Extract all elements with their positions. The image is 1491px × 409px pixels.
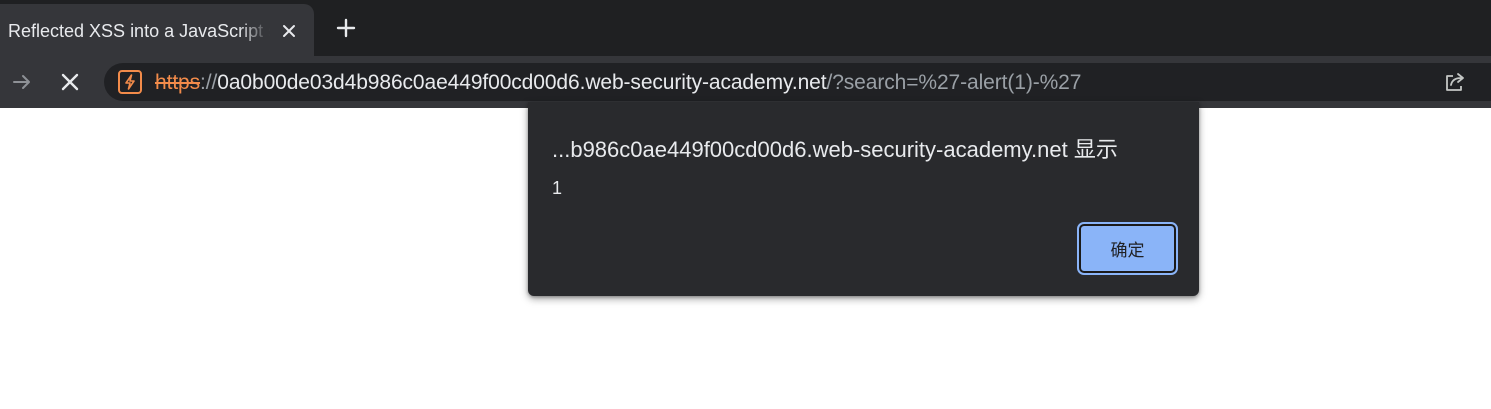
dialog-message: 1 xyxy=(552,178,563,198)
alert-dialog: ...b986c0ae449f00cd00d6.web-security-aca… xyxy=(528,102,1199,296)
not-secure-warning-icon[interactable] xyxy=(118,70,142,94)
tab-active[interactable]: Reflected XSS into a JavaScript string w… xyxy=(0,4,314,56)
ok-button[interactable]: 确定 xyxy=(1077,222,1178,275)
dialog-title: ...b986c0ae449f00cd00d6.web-security-aca… xyxy=(552,137,1118,162)
tab-strip: Reflected XSS into a JavaScript string w… xyxy=(0,0,1491,56)
url-scheme: https xyxy=(155,71,201,94)
arrow-right-icon[interactable] xyxy=(7,67,37,97)
url-path: /?search=%27-alert(1)-%27 xyxy=(826,71,1082,94)
plus-icon[interactable] xyxy=(331,13,361,43)
browser-window: Reflected XSS into a JavaScript string w… xyxy=(0,0,1491,409)
url-text[interactable]: https://0a0b00de03d4b986c0ae449f00cd00d6… xyxy=(155,71,1081,95)
share-icon[interactable] xyxy=(1442,69,1468,95)
tab-title: Reflected XSS into a JavaScript string w… xyxy=(8,21,270,41)
url-host: 0a0b00de03d4b986c0ae449f00cd00d6.web-sec… xyxy=(217,71,827,94)
address-bar[interactable]: https://0a0b00de03d4b986c0ae449f00cd00d6… xyxy=(104,63,1491,101)
url-separator: :// xyxy=(200,71,218,94)
stop-loading-icon[interactable] xyxy=(55,67,85,97)
toolbar: https://0a0b00de03d4b986c0ae449f00cd00d6… xyxy=(0,56,1491,108)
close-icon[interactable] xyxy=(278,20,300,42)
